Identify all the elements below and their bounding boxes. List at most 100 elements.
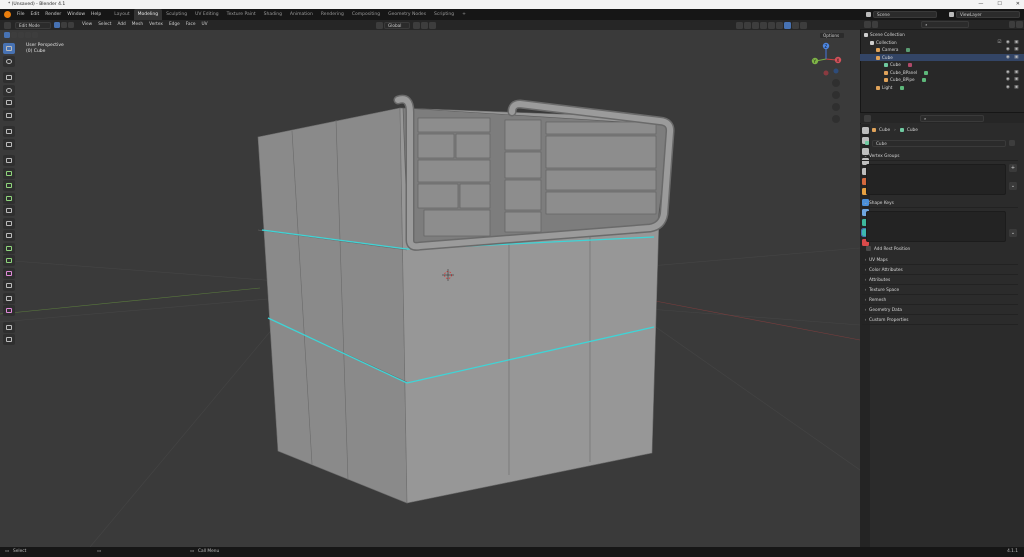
section-attributes[interactable]: › Attributes <box>862 276 1018 285</box>
poly-build-tool-icon[interactable] <box>3 230 15 241</box>
workspace-tab-animation[interactable]: Animation <box>286 9 317 20</box>
section-shape-keys[interactable]: ⌄ Shape Keys <box>862 199 1018 208</box>
visibility-toggle-icon[interactable]: ◉ ▣ <box>1006 54 1020 62</box>
scene-selector[interactable]: Scene <box>873 11 937 18</box>
rotate-tool-icon[interactable] <box>3 84 15 96</box>
cube-left-face[interactable] <box>257 107 408 504</box>
menu-face[interactable]: Face <box>183 20 199 30</box>
transform-orientation-selector[interactable]: Global <box>384 21 410 29</box>
shape-key-specials-button[interactable]: ⌄ <box>1009 229 1017 237</box>
edge-select-icon[interactable] <box>61 22 67 28</box>
outliner-row-cube-bpipe[interactable]: Cube_BPipe ◉ ▣ <box>860 76 1024 84</box>
section-uv-maps[interactable]: › UV Maps <box>862 256 1018 265</box>
select-intersect-icon[interactable] <box>32 32 38 38</box>
spin-tool-icon[interactable] <box>3 242 15 254</box>
workspace-tab-modeling[interactable]: Modeling <box>133 9 163 20</box>
shear-tool-icon[interactable] <box>3 292 15 304</box>
bevel-tool-icon[interactable] <box>3 192 15 204</box>
menu-select[interactable]: Select <box>95 20 114 30</box>
annotate-tool-icon[interactable] <box>3 126 15 137</box>
select-box-mode-icon[interactable] <box>4 32 10 38</box>
mesh-edit-overlay-icon[interactable] <box>760 21 767 29</box>
section-texture-space[interactable]: › Texture Space <box>862 286 1018 295</box>
cursor-tool-icon[interactable] <box>3 55 15 67</box>
proportional-editing-icon[interactable] <box>429 21 436 29</box>
maximize-button[interactable]: ☐ <box>997 1 1001 7</box>
shrink-fatten-tool-icon[interactable] <box>3 280 15 291</box>
outliner-editor-icon[interactable] <box>864 21 871 28</box>
vertex-group-specials-button[interactable]: ⌄ <box>1009 182 1017 190</box>
pivot-point-icon[interactable] <box>413 21 420 29</box>
workspace-tab-uv-editing[interactable]: UV Editing <box>191 9 222 20</box>
shade-smooth-tool-icon[interactable] <box>3 321 15 333</box>
menu-vertex[interactable]: Vertex <box>146 20 166 30</box>
menu-edge[interactable]: Edge <box>166 20 183 30</box>
menu-file[interactable]: File <box>14 9 28 20</box>
visibility-icon[interactable] <box>736 21 743 29</box>
select-subtract-icon[interactable] <box>18 32 24 38</box>
menu-help[interactable]: Help <box>88 9 104 20</box>
measure-tool-icon[interactable] <box>3 138 15 150</box>
select-extend-icon[interactable] <box>11 32 17 38</box>
mode-selector[interactable]: Edit Mode <box>15 21 51 29</box>
menu-uv[interactable]: UV <box>198 20 210 30</box>
shading-solid-icon[interactable] <box>784 21 791 29</box>
workspace-tab-rendering[interactable]: Rendering <box>317 9 348 20</box>
new-collection-icon[interactable] <box>1016 21 1023 28</box>
view-layer-selector[interactable]: ViewLayer <box>956 11 1020 18</box>
outliner-row-camera[interactable]: Camera ◉ ▣ <box>860 46 1024 54</box>
visibility-toggle-icon[interactable]: ◉ ▣ <box>1006 69 1020 77</box>
extrude-tool-icon[interactable] <box>3 167 15 179</box>
section-vertex-groups[interactable]: ⌄ Vertex Groups <box>862 152 1018 161</box>
visibility-toggle-icon[interactable]: ◉ ▣ <box>1006 76 1020 84</box>
blender-logo-icon[interactable] <box>4 11 11 18</box>
visibility-toggle-icon[interactable]: ◉ ▣ <box>1006 46 1020 54</box>
outliner-search-input[interactable]: ⌕ <box>921 21 969 28</box>
menu-edit[interactable]: Edit <box>28 9 43 20</box>
zoom-icon[interactable] <box>832 79 840 87</box>
workspace-tab-shading[interactable]: Shading <box>260 9 286 20</box>
outliner-row-light[interactable]: Light ◉ ▣ <box>860 84 1024 92</box>
workspace-tab-geometry-nodes[interactable]: Geometry Nodes <box>384 9 430 20</box>
workspace-tab-compositing[interactable]: Compositing <box>348 9 384 20</box>
vertex-groups-list[interactable] <box>866 164 1006 195</box>
scale-tool-icon[interactable] <box>3 97 15 108</box>
inset-tool-icon[interactable] <box>3 180 15 191</box>
transform-tool-icon[interactable] <box>3 109 15 121</box>
cube-panel-greeble[interactable] <box>402 107 671 246</box>
viewport-canvas[interactable]: X Z Y <box>0 30 860 547</box>
perspective-toggle-icon[interactable] <box>832 115 840 123</box>
workspace-tab-texture-paint[interactable]: Texture Paint <box>223 9 260 20</box>
add-rest-position-checkbox[interactable] <box>866 246 871 251</box>
menu-render[interactable]: Render <box>42 9 64 20</box>
uv-project-tool-icon[interactable] <box>3 334 15 345</box>
rip-tool-icon[interactable] <box>3 305 15 316</box>
workspace-tab-scripting[interactable]: Scripting <box>430 9 458 20</box>
select-tool-icon[interactable] <box>3 43 15 54</box>
gizmo-icon[interactable] <box>744 21 751 29</box>
visibility-toggle-icon[interactable]: ◉ ▣ <box>1006 84 1020 92</box>
3d-viewport[interactable]: X Z Y <box>0 30 860 547</box>
visibility-toggle-icon[interactable]: ☑ ◉ ▣ <box>997 39 1020 47</box>
outliner-row-collection[interactable]: Collection ☑ ◉ ▣ <box>860 39 1024 47</box>
shading-material-icon[interactable] <box>792 21 799 29</box>
select-invert-icon[interactable] <box>25 32 31 38</box>
menu-window[interactable]: Window <box>64 9 88 20</box>
snap-icon[interactable] <box>421 21 428 29</box>
workspace-tab-sculpting[interactable]: Sculpting <box>162 9 191 20</box>
properties-search-input[interactable]: ⌕ <box>920 114 984 122</box>
fake-user-icon[interactable] <box>1009 140 1015 146</box>
options-dropdown[interactable]: Options <box>819 32 845 39</box>
section-custom-properties[interactable]: › Custom Properties <box>862 316 1018 325</box>
knife-tool-icon[interactable] <box>3 217 15 229</box>
vertex-select-icon[interactable] <box>54 22 60 28</box>
outliner-scene-collection[interactable]: Scene Collection <box>860 31 1024 39</box>
xray-icon[interactable] <box>768 21 775 29</box>
filter-icon[interactable] <box>1008 21 1016 28</box>
shape-keys-list[interactable] <box>866 211 1006 242</box>
edge-slide-tool-icon[interactable] <box>3 267 15 279</box>
close-button[interactable]: ✕ <box>1016 1 1020 7</box>
shading-rendered-icon[interactable] <box>800 21 807 29</box>
face-select-icon[interactable] <box>68 22 74 28</box>
camera-view-icon[interactable] <box>832 103 840 111</box>
